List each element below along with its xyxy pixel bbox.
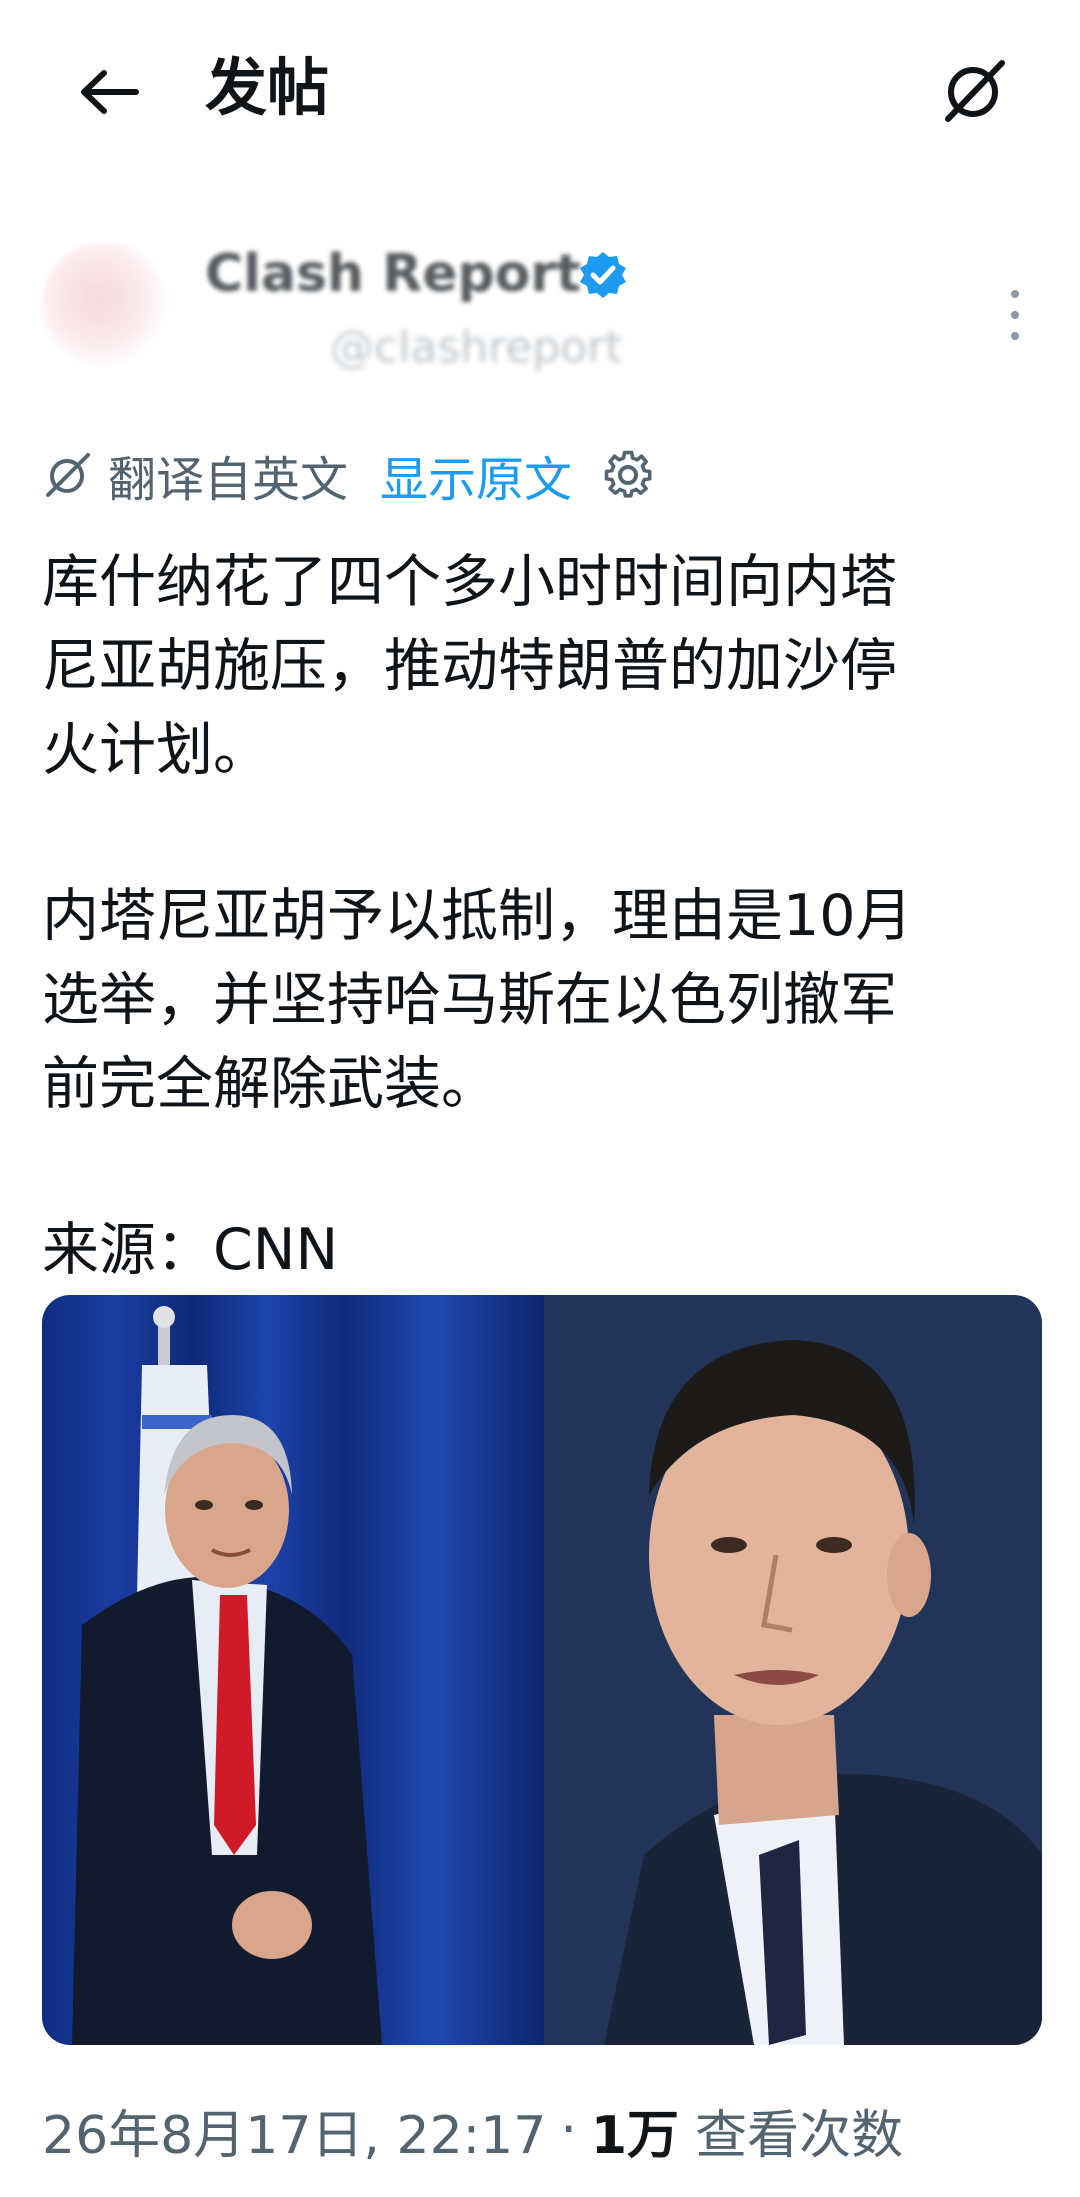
show-original-link[interactable]: 显示原文 [380,440,572,510]
post-media[interactable] [42,1295,1042,2045]
translated-from-label: 翻译自英文 [108,452,349,508]
photo-netanyahu[interactable] [42,1295,544,2045]
top-bar: 发帖 [0,0,1080,180]
grok-icon [945,60,1005,122]
more-dot-icon [1011,290,1019,298]
post-meta: 26年8月17日, 22:17 · 1万 查看次数 [42,2090,903,2170]
more-options-button[interactable] [995,280,1035,350]
gear-icon[interactable] [602,449,654,501]
author-name[interactable]: Clash Report [205,242,581,306]
photo-kushner[interactable] [544,1295,1042,2045]
back-arrow-icon [81,70,139,114]
meta-separator: · [560,2100,577,2160]
grok-button[interactable] [930,45,1020,135]
more-dot-icon [1011,332,1019,340]
post-paragraph: 内塔尼亚胡予以抵制，理由是10月 选举，并坚持哈马斯在以色列撤军 前完全解除武装… [42,883,913,1117]
post-timestamp: 26年8月17日, 22:17 [42,2105,547,2166]
author-handle: @clashreport [330,322,623,373]
back-button[interactable] [70,52,150,132]
verified-badge-icon [580,252,626,298]
page-title: 发帖 [205,51,330,124]
translation-bar: 翻译自英文 显示原文 [42,440,654,510]
more-dot-icon [1011,311,1019,319]
post-text: 库什纳花了四个多小时时间向内塔 尼亚胡施压，推动特朗普的加沙停 火计划。 内塔尼… [42,540,1052,1292]
post-paragraph: 来源：CNN [42,1217,339,1283]
author-row: Clash Report @clashreport [0,220,1080,390]
grok-translate-icon [46,453,90,497]
view-count[interactable]: 1万 [591,2093,679,2168]
avatar[interactable] [42,242,166,366]
post-paragraph: 库什纳花了四个多小时时间向内塔 尼亚胡施压，推动特朗普的加沙停 火计划。 [42,549,897,783]
view-count-label: 查看次数 [695,2105,904,2166]
